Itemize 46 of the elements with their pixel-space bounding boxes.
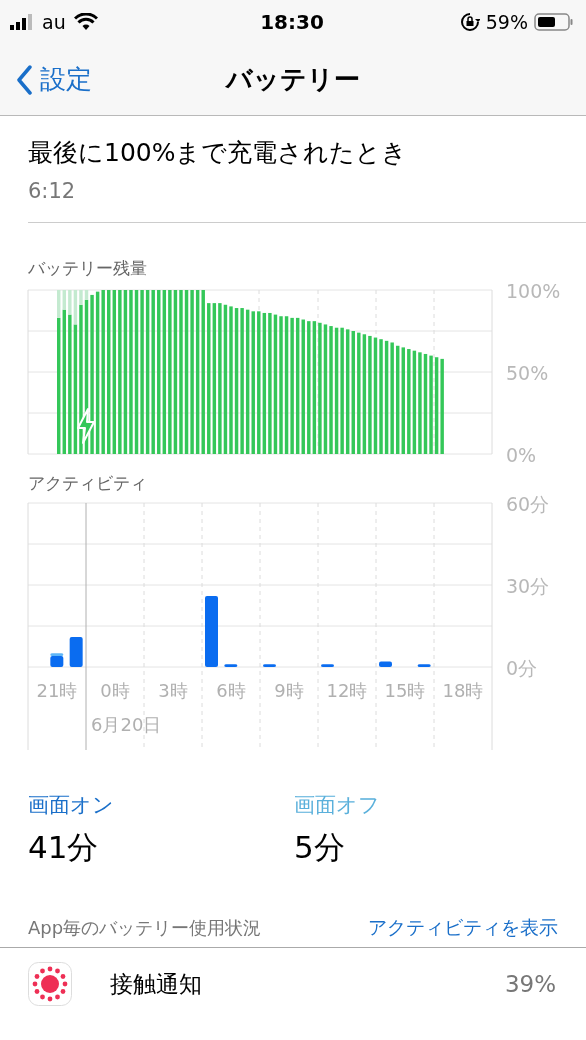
charge-time: 6:12 [28, 179, 77, 203]
activity-bar [417, 664, 431, 667]
activity-bar [321, 664, 334, 667]
app-percent: 39% [504, 971, 556, 997]
axis-label: 0% [506, 444, 537, 464]
axis-label: 18時 [442, 680, 484, 701]
screen-time-value: 5分 [294, 828, 346, 867]
screen-time-label: 画面オン [28, 792, 115, 819]
screen-time-label: 画面オフ [294, 792, 381, 819]
app-icon [28, 962, 72, 1006]
axis-label: 3時 [158, 680, 188, 701]
chart-title: バッテリー残量 [28, 257, 148, 280]
activity-bar [379, 661, 392, 667]
back-button[interactable]: 設定 [0, 61, 98, 98]
activity-bar [224, 664, 238, 667]
axis-label: 50% [506, 362, 549, 384]
axis-label: 100% [506, 280, 561, 302]
section-header: App毎のバッテリー使用状況 [28, 916, 262, 940]
carrier-name: au [42, 11, 66, 33]
axis-label: 15時 [384, 680, 426, 701]
axis-label: 60分 [506, 495, 550, 515]
date-label: 6月20日 [91, 714, 162, 735]
battery-percent: 59% [485, 11, 528, 33]
app-name: 接触通知 [110, 969, 203, 999]
show-activity-link[interactable]: アクティビティを表示 [368, 915, 558, 941]
activity-bar [69, 636, 83, 667]
battery-icon [534, 12, 574, 32]
axis-label: 0分 [506, 657, 538, 679]
axis-label: 30分 [506, 575, 550, 597]
page-title: バッテリー [226, 64, 360, 94]
activity-bar [205, 595, 218, 667]
lightning-icon [78, 409, 94, 443]
wifi-icon [73, 13, 98, 31]
screen-time-value: 41分 [28, 828, 100, 867]
status-time: 18:30 [260, 10, 324, 34]
activity-bar [263, 664, 276, 667]
axis-label: 21時 [36, 680, 78, 701]
axis-label: 0時 [100, 680, 130, 701]
axis-label: 6時 [216, 680, 246, 701]
axis-label: 12時 [326, 680, 368, 701]
chart-title: アクティビティ [28, 472, 148, 495]
back-chevron-icon [16, 64, 32, 95]
charge-label: 最後に100%まで充電されたとき [28, 137, 409, 169]
rotation-lock-icon [459, 12, 480, 32]
axis-label: 9時 [274, 680, 304, 701]
signal-icon [10, 14, 34, 30]
